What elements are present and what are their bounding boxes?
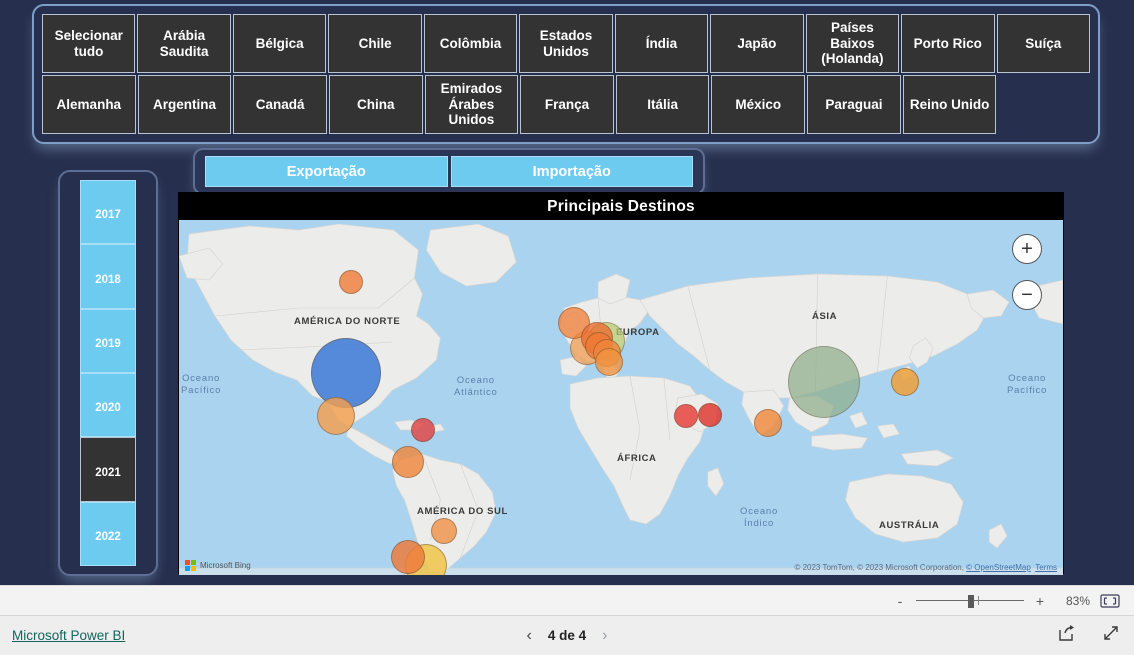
country-slicer-panel: Selecionar tudo Arábia Saudita Bélgica C…: [32, 4, 1100, 144]
osm-link[interactable]: © OpenStreetMap: [966, 563, 1031, 572]
map-title: Principais Destinos: [179, 193, 1063, 220]
country-cell-franca[interactable]: França: [520, 75, 614, 134]
year-cell-2021[interactable]: 2021: [80, 437, 136, 502]
zoom-slider[interactable]: [916, 594, 1024, 608]
map-bubble[interactable]: [392, 446, 424, 478]
year-cell-2017[interactable]: 2017: [80, 180, 136, 245]
fit-to-page-icon[interactable]: [1100, 593, 1120, 608]
report-canvas: Selecionar tudo Arábia Saudita Bélgica C…: [0, 0, 1134, 655]
zoom-bar: - + 83%: [0, 585, 1134, 615]
zoom-percent-label: 83%: [1065, 593, 1090, 608]
footer-actions: [1058, 624, 1120, 647]
country-cell-chile[interactable]: Chile: [328, 14, 422, 73]
country-cell-paises-baixos[interactable]: Países Baixos (Holanda): [805, 14, 900, 73]
zoom-out-button[interactable]: -: [894, 593, 906, 609]
country-cell-argentina[interactable]: Argentina: [137, 75, 232, 134]
year-cell-2022[interactable]: 2022: [80, 501, 136, 566]
country-cell-paraguai[interactable]: Paraguai: [807, 75, 901, 134]
country-cell-japao[interactable]: Japão: [710, 14, 804, 73]
page-navigator: ‹ 4 de 4 ›: [482, 627, 652, 645]
map-bubble[interactable]: [339, 270, 363, 294]
year-slicer-panel: 2017 2018 2019 2020 2021 2022: [58, 170, 158, 576]
page-indicator: 4 de 4: [547, 628, 587, 643]
zoom-slider-tick: [977, 595, 979, 605]
country-cell-india[interactable]: Índia: [614, 14, 709, 73]
map-bubble[interactable]: [411, 418, 435, 442]
toggle-importacao[interactable]: Importação: [450, 156, 693, 187]
map-bubble[interactable]: [317, 397, 355, 435]
country-cell-empty: [998, 75, 1090, 134]
country-cell-china[interactable]: China: [328, 75, 423, 134]
map-bubble[interactable]: [595, 348, 623, 376]
microsoft-logo-icon: [185, 560, 196, 571]
year-cell-2018[interactable]: 2018: [80, 244, 136, 309]
bing-logo-label: Microsoft Bing: [200, 561, 251, 570]
terms-link[interactable]: Terms: [1035, 563, 1057, 572]
top-strip: [0, 0, 1134, 3]
fullscreen-icon[interactable]: [1102, 624, 1120, 647]
country-cell-alemanha[interactable]: Alemanha: [42, 75, 136, 134]
map-bubble[interactable]: [674, 404, 698, 428]
map-bubble[interactable]: [891, 368, 919, 396]
map-bubble[interactable]: [788, 346, 860, 418]
map-canvas[interactable]: AMÉRICA DO NORTE AMÉRICA DO SUL EUROPA Á…: [179, 220, 1063, 575]
country-cell-belgica[interactable]: Bélgica: [232, 14, 327, 73]
map-zoom-in-icon[interactable]: +: [1012, 234, 1042, 264]
country-cell-arabia-saudita[interactable]: Arábia Saudita: [137, 14, 231, 73]
map-bubble[interactable]: [431, 518, 457, 544]
fullscreen-glyph: [1104, 626, 1118, 640]
share-icon[interactable]: [1058, 624, 1076, 647]
next-page-button[interactable]: ›: [602, 627, 607, 645]
toggle-exportacao[interactable]: Exportação: [205, 156, 448, 187]
country-cell-suica[interactable]: Suíça: [996, 14, 1090, 73]
powerbi-brand-link[interactable]: Microsoft Power BI: [12, 628, 125, 643]
map-zoom-out-icon[interactable]: −: [1012, 280, 1042, 310]
zoom-slider-thumb[interactable]: [967, 594, 974, 608]
country-cell-canada[interactable]: Canadá: [233, 75, 327, 134]
flow-toggle-panel: Exportação Importação: [193, 148, 705, 195]
share-glyph: [1059, 625, 1074, 641]
country-cell-porto-rico[interactable]: Porto Rico: [901, 14, 995, 73]
year-cell-2019[interactable]: 2019: [80, 308, 136, 373]
country-cell-selecionar-tudo[interactable]: Selecionar tudo: [42, 14, 136, 73]
map-bubble[interactable]: [391, 540, 425, 574]
country-cell-italia[interactable]: Itália: [615, 75, 710, 134]
country-row: Selecionar tudo Arábia Saudita Bélgica C…: [42, 14, 1090, 73]
map-bubble[interactable]: [311, 338, 381, 408]
zoom-in-button[interactable]: +: [1034, 593, 1046, 609]
country-cell-estados-unidos[interactable]: Estados Unidos: [519, 14, 613, 73]
country-grid: Selecionar tudo Arábia Saudita Bélgica C…: [42, 14, 1090, 134]
bing-logo: Microsoft Bing: [185, 560, 251, 571]
map-attribution: © 2023 TomTom, © 2023 Microsoft Corporat…: [794, 563, 1057, 572]
map-visual: Principais Destinos AMÉRICA DO NORTE AMÉ…: [178, 192, 1064, 575]
country-cell-mexico[interactable]: México: [711, 75, 806, 134]
country-cell-reino-unido[interactable]: Reino Unido: [902, 75, 997, 134]
map-bubble[interactable]: [698, 403, 722, 427]
fit-to-page-glyph: [1100, 593, 1120, 608]
footer-bar: Microsoft Power BI ‹ 4 de 4 ›: [0, 615, 1134, 655]
country-row: Alemanha Argentina Canadá China Emirados…: [42, 75, 1090, 134]
country-cell-colombia[interactable]: Colômbia: [423, 14, 518, 73]
year-cell-2020[interactable]: 2020: [80, 372, 136, 438]
country-cell-emirados-arabes-unidos[interactable]: Emirados Árabes Unidos: [424, 75, 519, 134]
map-bubble[interactable]: [754, 409, 782, 437]
previous-page-button[interactable]: ‹: [527, 627, 532, 645]
map-attribution-text: © 2023 TomTom, © 2023 Microsoft Corporat…: [794, 563, 967, 572]
bubble-layer: [179, 220, 1063, 575]
